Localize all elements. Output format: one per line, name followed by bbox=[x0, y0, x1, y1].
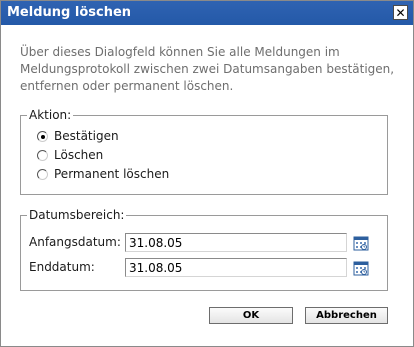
window-title: Meldung löschen bbox=[7, 5, 132, 20]
delete-message-dialog: Meldung löschen ✕ Über dieses Dialogfeld… bbox=[0, 0, 414, 347]
radio-button-permanent-delete[interactable] bbox=[37, 168, 48, 180]
ok-button[interactable]: OK bbox=[209, 307, 293, 324]
radio-button-confirm[interactable] bbox=[37, 130, 48, 142]
radio-option-delete[interactable]: Löschen bbox=[37, 147, 103, 163]
calendar-icon[interactable] bbox=[353, 260, 369, 276]
radio-label-delete: Löschen bbox=[54, 148, 104, 162]
calendar-icon[interactable] bbox=[353, 235, 369, 251]
end-date-input[interactable] bbox=[125, 258, 347, 277]
radio-option-confirm[interactable]: Bestätigen bbox=[37, 128, 119, 144]
action-group-legend: Aktion: bbox=[27, 108, 74, 122]
end-date-label: Enddatum: bbox=[29, 260, 95, 274]
radio-button-delete[interactable] bbox=[37, 149, 48, 161]
radio-label-permanent-delete: Permanent löschen bbox=[54, 167, 170, 181]
start-date-label: Anfangsdatum: bbox=[29, 235, 121, 249]
dialog-description: Über dieses Dialogfeld können Sie alle M… bbox=[20, 45, 395, 93]
date-range-legend: Datumsbereich: bbox=[27, 208, 127, 222]
cancel-button[interactable]: Abbrechen bbox=[305, 307, 388, 324]
title-bar[interactable]: Meldung löschen ✕ bbox=[1, 1, 413, 25]
start-date-input[interactable] bbox=[125, 233, 347, 252]
radio-label-confirm: Bestätigen bbox=[54, 129, 119, 143]
close-icon: ✕ bbox=[395, 5, 406, 20]
action-group: Aktion: Bestätigen Löschen Permanent lös… bbox=[20, 108, 388, 195]
radio-option-permanent-delete[interactable]: Permanent löschen bbox=[37, 166, 169, 182]
date-range-group: Datumsbereich: Anfangsdatum: Enddatum: bbox=[20, 208, 388, 291]
close-button[interactable]: ✕ bbox=[393, 5, 408, 20]
